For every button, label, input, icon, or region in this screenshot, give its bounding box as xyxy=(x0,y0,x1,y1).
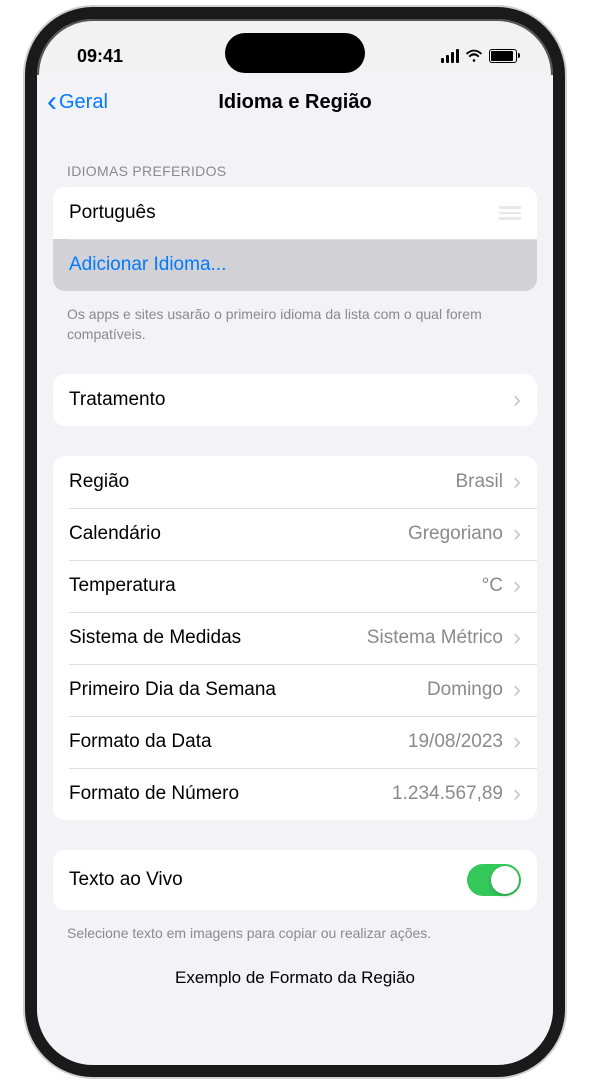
date-format-row[interactable]: Formato da Data 19/08/2023 › xyxy=(53,716,537,768)
add-language-label: Adicionar Idioma... xyxy=(69,254,521,276)
treatment-row[interactable]: Tratamento › xyxy=(53,374,537,426)
content-area: IDIOMAS PREFERIDOS Português Adicionar I… xyxy=(37,131,553,1067)
chevron-right-icon: › xyxy=(513,522,521,546)
language-label: Português xyxy=(69,202,499,224)
measurement-row[interactable]: Sistema de Medidas Sistema Métrico › xyxy=(53,612,537,664)
live-text-row: Texto ao Vivo xyxy=(53,850,537,910)
toggle-knob xyxy=(491,866,519,894)
chevron-right-icon: › xyxy=(513,388,521,412)
drag-handle-icon[interactable] xyxy=(499,206,521,220)
chevron-right-icon: › xyxy=(513,782,521,806)
cellular-signal-icon xyxy=(441,49,459,63)
temperature-value: °C xyxy=(482,575,503,597)
chevron-right-icon: › xyxy=(513,574,521,598)
calendar-label: Calendário xyxy=(69,523,408,545)
preferred-languages-header: IDIOMAS PREFERIDOS xyxy=(37,163,553,187)
temperature-row[interactable]: Temperatura °C › xyxy=(53,560,537,612)
measurement-label: Sistema de Medidas xyxy=(69,627,367,649)
treatment-group: Tratamento › xyxy=(53,374,537,426)
add-language-button[interactable]: Adicionar Idioma... xyxy=(53,239,537,291)
language-row-primary[interactable]: Português xyxy=(53,187,537,239)
temperature-label: Temperatura xyxy=(69,575,482,597)
treatment-label: Tratamento xyxy=(69,389,503,411)
navigation-bar: ‹ Geral Idioma e Região xyxy=(37,75,553,131)
region-label: Região xyxy=(69,471,455,493)
battery-icon xyxy=(489,49,517,63)
preferred-languages-group: Português Adicionar Idioma... xyxy=(53,187,537,291)
chevron-left-icon: ‹ xyxy=(47,87,57,117)
calendar-row[interactable]: Calendário Gregoriano › xyxy=(53,508,537,560)
back-label: Geral xyxy=(59,91,108,114)
dynamic-island xyxy=(225,33,365,73)
number-format-value: 1.234.567,89 xyxy=(392,783,503,805)
chevron-right-icon: › xyxy=(513,470,521,494)
live-text-group: Texto ao Vivo xyxy=(53,850,537,910)
first-day-label: Primeiro Dia da Semana xyxy=(69,679,427,701)
date-format-value: 19/08/2023 xyxy=(408,731,503,753)
live-text-footer: Selecione texto em imagens para copiar o… xyxy=(37,916,553,944)
date-format-label: Formato da Data xyxy=(69,731,408,753)
region-settings-group: Região Brasil › Calendário Gregoriano › … xyxy=(53,456,537,820)
page-title: Idioma e Região xyxy=(218,91,371,114)
live-text-toggle[interactable] xyxy=(467,864,521,896)
calendar-value: Gregoriano xyxy=(408,523,503,545)
preferred-languages-footer: Os apps e sites usarão o primeiro idioma… xyxy=(37,297,553,344)
region-value: Brasil xyxy=(455,471,503,493)
number-format-row[interactable]: Formato de Número 1.234.567,89 › xyxy=(53,768,537,820)
chevron-right-icon: › xyxy=(513,730,521,754)
first-day-row[interactable]: Primeiro Dia da Semana Domingo › xyxy=(53,664,537,716)
chevron-right-icon: › xyxy=(513,626,521,650)
status-icons xyxy=(441,49,517,63)
region-format-example-header: Exemplo de Formato da Região xyxy=(37,944,553,988)
phone-frame: 09:41 ‹ Geral Idioma e Região IDIOMAS PR… xyxy=(25,7,565,1077)
back-button[interactable]: ‹ Geral xyxy=(47,87,108,117)
chevron-right-icon: › xyxy=(513,678,521,702)
status-time: 09:41 xyxy=(77,46,123,67)
live-text-label: Texto ao Vivo xyxy=(69,869,467,891)
measurement-value: Sistema Métrico xyxy=(367,627,503,649)
number-format-label: Formato de Número xyxy=(69,783,392,805)
first-day-value: Domingo xyxy=(427,679,503,701)
wifi-icon xyxy=(465,49,483,63)
region-row[interactable]: Região Brasil › xyxy=(53,456,537,508)
